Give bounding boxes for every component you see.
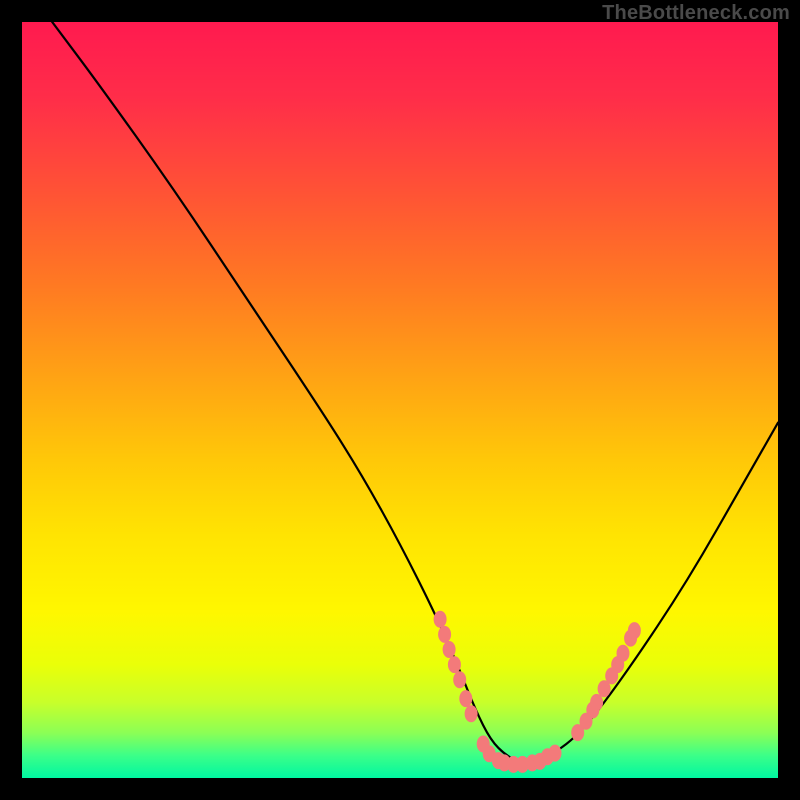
curve-marker xyxy=(465,705,478,722)
chart-stage: TheBottleneck.com xyxy=(0,0,800,800)
curve-marker xyxy=(617,645,630,662)
curve-marker xyxy=(590,694,603,711)
curve-markers xyxy=(434,611,641,773)
curve-marker xyxy=(628,622,641,639)
curve-marker xyxy=(448,656,461,673)
curve-marker xyxy=(453,671,466,688)
plot-area xyxy=(22,22,778,778)
bottleneck-curve xyxy=(52,22,778,763)
curve-marker xyxy=(438,626,451,643)
curve-marker xyxy=(443,641,456,658)
curve-marker xyxy=(459,690,472,707)
curve-layer xyxy=(22,22,778,778)
curve-marker xyxy=(549,745,562,762)
curve-marker xyxy=(434,611,447,628)
